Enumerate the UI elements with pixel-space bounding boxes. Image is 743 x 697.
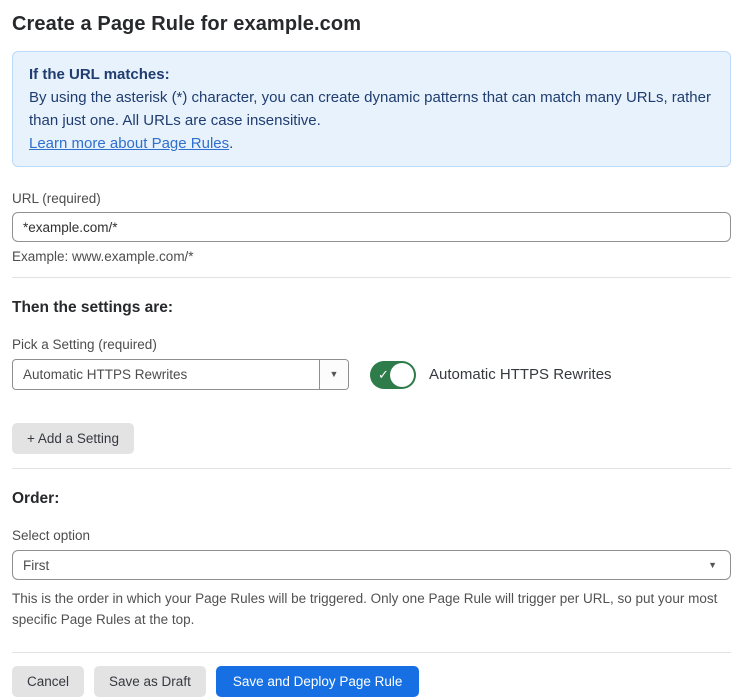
setting-row: Automatic HTTPS Rewrites ▼ ✓ Automatic H…	[12, 359, 731, 390]
settings-section-heading: Then the settings are:	[12, 299, 174, 316]
add-setting-button[interactable]: + Add a Setting	[12, 423, 134, 454]
order-select-value: First	[23, 557, 50, 573]
toggle-knob	[390, 362, 414, 387]
page-title: Create a Page Rule for example.com	[12, 13, 362, 35]
info-box-body: By using the asterisk (*) character, you…	[29, 89, 711, 129]
https-rewrites-toggle[interactable]: ✓	[370, 360, 416, 389]
page-rule-form: Create a Page Rule for example.com If th…	[0, 0, 743, 697]
order-select-label: Select option	[12, 528, 91, 543]
learn-more-link[interactable]: Learn more about Page Rules	[29, 135, 229, 152]
url-example-helper: Example: www.example.com/*	[12, 249, 194, 264]
chevron-down-icon: ▼	[329, 369, 339, 379]
footer-actions: Cancel Save as Draft Save and Deploy Pag…	[12, 666, 731, 697]
url-field-label: URL (required)	[12, 191, 101, 206]
chevron-down-icon: ▼	[708, 559, 717, 570]
divider	[12, 468, 731, 469]
cancel-button[interactable]: Cancel	[12, 666, 85, 697]
check-icon: ✓	[378, 366, 389, 382]
toggle-label: Automatic HTTPS Rewrites	[429, 366, 612, 383]
order-section-heading: Order:	[12, 490, 60, 507]
setting-select-arrow-button[interactable]: ▼	[319, 360, 348, 389]
pick-setting-label: Pick a Setting (required)	[12, 337, 157, 352]
info-box-heading: If the URL matches:	[29, 66, 170, 83]
order-select[interactable]: First ▼	[12, 550, 731, 580]
url-matches-info-box: If the URL matches: By using the asteris…	[12, 51, 731, 167]
link-suffix: .	[229, 135, 234, 152]
setting-select[interactable]: Automatic HTTPS Rewrites ▼	[12, 359, 349, 390]
save-draft-button[interactable]: Save as Draft	[94, 666, 206, 697]
order-helper-text: This is the order in which your Page Rul…	[12, 591, 718, 627]
divider	[12, 652, 731, 653]
save-deploy-button[interactable]: Save and Deploy Page Rule	[215, 666, 420, 697]
setting-select-value: Automatic HTTPS Rewrites	[23, 367, 188, 382]
divider	[12, 277, 731, 278]
url-input[interactable]	[12, 212, 731, 242]
info-box-link-line: Learn more about Page Rules.	[29, 132, 714, 155]
